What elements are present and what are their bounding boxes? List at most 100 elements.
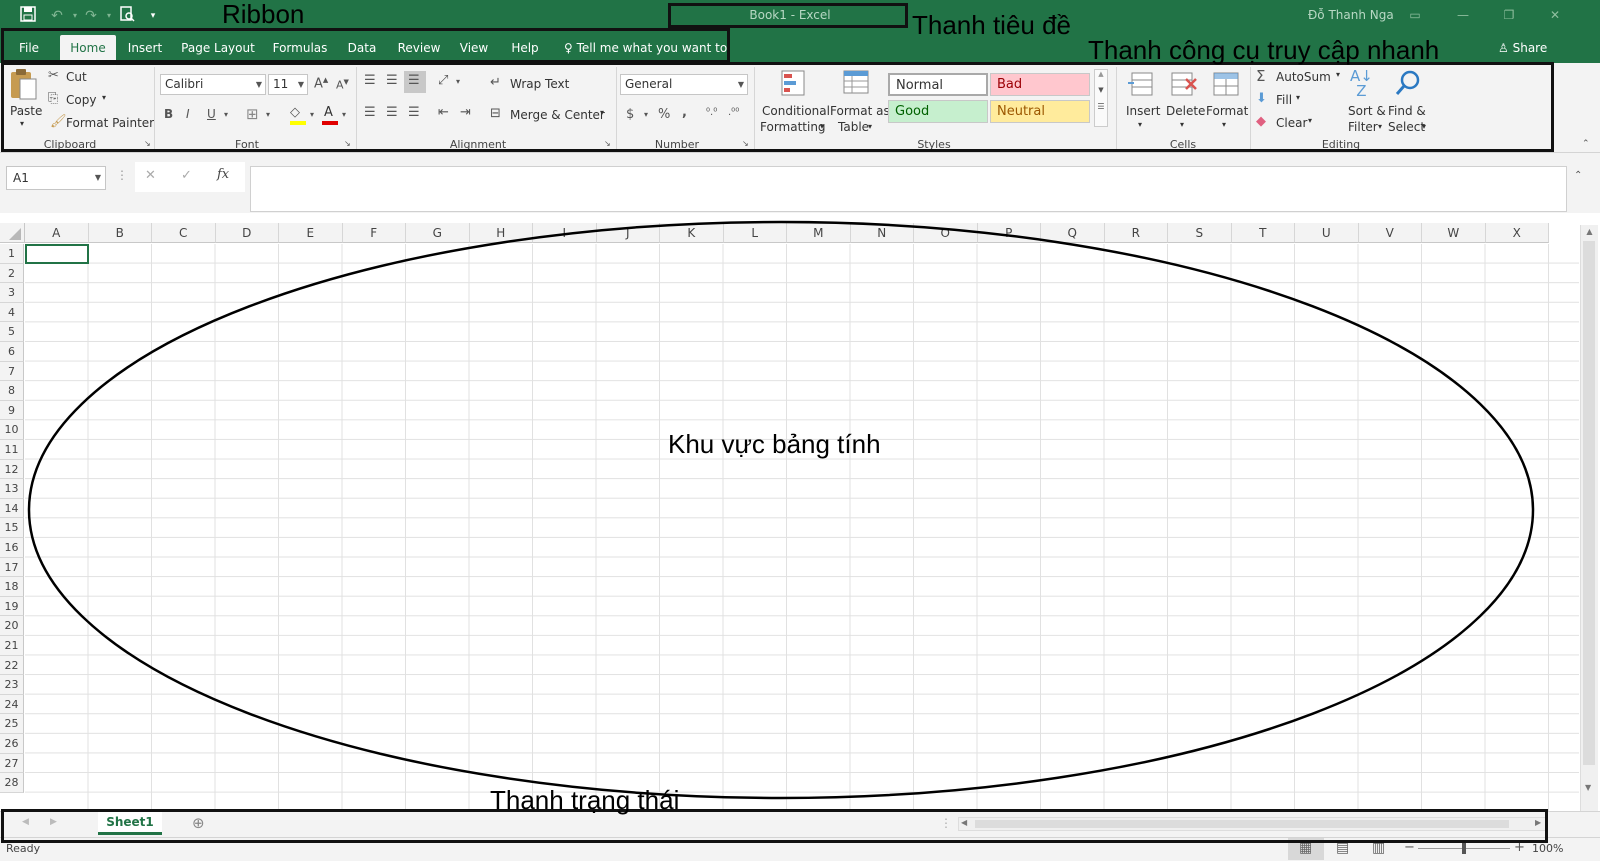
scroll-right-icon[interactable]: ▶ bbox=[1535, 818, 1541, 827]
page-layout-view-icon[interactable]: ▤ bbox=[1336, 840, 1349, 856]
column-header-b[interactable]: B bbox=[88, 223, 152, 243]
row-header-27[interactable]: 27 bbox=[0, 753, 24, 774]
comma-button[interactable]: , bbox=[682, 105, 687, 120]
column-header-x[interactable]: X bbox=[1485, 223, 1549, 243]
row-header-13[interactable]: 13 bbox=[0, 479, 24, 499]
prev-sheet-icon[interactable]: ◀ bbox=[22, 817, 29, 827]
borders-dropdown-icon[interactable]: ▾ bbox=[266, 110, 270, 119]
fill-color-button[interactable]: ◇ bbox=[290, 105, 308, 125]
styles-gallery-scroll[interactable]: ▲ ▼ ☰ bbox=[1094, 69, 1108, 127]
maximize-icon[interactable]: ❐ bbox=[1494, 8, 1524, 24]
row-header-2[interactable]: 2 bbox=[0, 263, 24, 284]
font-color-dropdown-icon[interactable]: ▾ bbox=[342, 110, 346, 119]
column-header-s[interactable]: S bbox=[1168, 223, 1232, 243]
row-header-20[interactable]: 20 bbox=[0, 616, 24, 636]
row-header-15[interactable]: 15 bbox=[0, 518, 24, 538]
copy-button[interactable]: ⎘ Copy ▾ bbox=[48, 91, 118, 109]
vertical-scroll-thumb[interactable] bbox=[1583, 241, 1595, 765]
fill-button[interactable]: ⬇ Fill ▾ bbox=[1256, 91, 1316, 109]
decrease-font-icon[interactable]: A▼ bbox=[336, 78, 349, 92]
tab-review[interactable]: Review bbox=[392, 35, 446, 63]
format-cells-button[interactable]: Format ▾ bbox=[1204, 67, 1248, 137]
row-header-24[interactable]: 24 bbox=[0, 694, 24, 715]
column-header-l[interactable]: L bbox=[723, 223, 787, 243]
undo-icon[interactable]: ↶ bbox=[48, 6, 66, 26]
column-header-g[interactable]: G bbox=[406, 223, 470, 243]
style-neutral[interactable]: Neutral bbox=[990, 100, 1090, 123]
tab-view[interactable]: View bbox=[454, 35, 494, 63]
row-header-12[interactable]: 12 bbox=[0, 459, 24, 480]
save-icon[interactable] bbox=[19, 6, 37, 26]
cell-grid[interactable] bbox=[25, 244, 1579, 811]
column-header-v[interactable]: V bbox=[1358, 223, 1422, 243]
underline-dropdown-icon[interactable]: ▾ bbox=[224, 110, 228, 119]
minimize-icon[interactable]: — bbox=[1448, 8, 1478, 24]
column-header-e[interactable]: E bbox=[279, 223, 343, 243]
currency-button[interactable]: $ bbox=[626, 107, 634, 122]
tab-home[interactable]: Home bbox=[60, 35, 116, 63]
row-header-4[interactable]: 4 bbox=[0, 302, 24, 323]
align-bottom-button[interactable]: ☰ bbox=[404, 71, 426, 93]
tab-file[interactable]: File bbox=[8, 35, 50, 63]
align-center-icon[interactable]: ☰ bbox=[386, 105, 398, 120]
formula-input[interactable] bbox=[250, 166, 1567, 212]
align-left-icon[interactable]: ☰ bbox=[364, 105, 376, 120]
wrap-text-button[interactable]: ↵ Wrap Text bbox=[490, 75, 580, 93]
column-header-d[interactable]: D bbox=[215, 223, 279, 243]
column-header-a[interactable]: A bbox=[25, 223, 89, 243]
tab-insert[interactable]: Insert bbox=[122, 35, 168, 63]
column-header-f[interactable]: F bbox=[342, 223, 406, 243]
format-painter-button[interactable]: 🖌 Format Painter bbox=[48, 114, 154, 132]
font-launcher-icon[interactable]: ↘ bbox=[344, 139, 351, 148]
row-header-19[interactable]: 19 bbox=[0, 596, 24, 617]
next-sheet-icon[interactable]: ▶ bbox=[50, 817, 57, 827]
select-all-button[interactable] bbox=[0, 223, 25, 243]
tab-data[interactable]: Data bbox=[340, 35, 384, 63]
scroll-up-arrow-icon[interactable]: ▲ bbox=[1581, 227, 1598, 236]
row-header-8[interactable]: 8 bbox=[0, 381, 24, 401]
column-header-k[interactable]: K bbox=[660, 223, 724, 243]
row-header-1[interactable]: 1 bbox=[0, 244, 24, 264]
zoom-slider-thumb[interactable] bbox=[1462, 843, 1466, 854]
insert-function-icon[interactable]: fx bbox=[217, 167, 229, 182]
sheet-tab-sheet1[interactable]: Sheet1 bbox=[98, 811, 162, 835]
tab-split-handle[interactable]: ⋮ bbox=[940, 816, 952, 830]
page-break-view-icon[interactable]: ▥ bbox=[1372, 840, 1385, 856]
normal-view-button[interactable]: ▦ bbox=[1288, 838, 1324, 860]
autosum-button[interactable]: Σ AutoSum ▾ bbox=[1256, 67, 1344, 86]
underline-button[interactable]: U bbox=[207, 107, 216, 121]
increase-font-icon[interactable]: A▲ bbox=[314, 76, 328, 91]
user-name[interactable]: Đỗ Thanh Nga bbox=[1308, 8, 1394, 22]
enter-icon[interactable]: ✓ bbox=[181, 168, 192, 183]
number-launcher-icon[interactable]: ↘ bbox=[742, 139, 749, 148]
decrease-decimal-icon[interactable]: .⁰⁰ bbox=[728, 107, 739, 118]
row-header-17[interactable]: 17 bbox=[0, 557, 24, 578]
share-button[interactable]: ♙ Share bbox=[1498, 39, 1547, 57]
tab-help[interactable]: Help bbox=[504, 35, 546, 63]
zoom-out-icon[interactable]: − bbox=[1404, 840, 1415, 855]
row-header-21[interactable]: 21 bbox=[0, 636, 24, 656]
orientation-icon[interactable]: ⤢ bbox=[438, 73, 448, 88]
redo-dropdown-icon[interactable]: ▾ bbox=[100, 6, 118, 26]
row-header-26[interactable]: 26 bbox=[0, 734, 24, 754]
insert-cells-button[interactable]: Insert ▾ bbox=[1122, 67, 1162, 137]
column-header-r[interactable]: R bbox=[1104, 223, 1168, 243]
zoom-in-icon[interactable]: + bbox=[1514, 840, 1525, 855]
paste-button[interactable]: Paste ▾ bbox=[8, 67, 42, 128]
column-header-p[interactable]: P bbox=[977, 223, 1041, 243]
alignment-launcher-icon[interactable]: ↘ bbox=[604, 139, 611, 148]
redo-icon[interactable]: ↷ bbox=[82, 6, 100, 26]
row-header-5[interactable]: 5 bbox=[0, 322, 24, 342]
font-color-button[interactable]: A bbox=[322, 105, 340, 125]
font-name-combo[interactable]: Calibri ▼ bbox=[160, 74, 266, 95]
format-as-table-button[interactable]: Format as Table ▾ bbox=[830, 67, 890, 137]
column-header-c[interactable]: C bbox=[152, 223, 216, 243]
tell-me-box[interactable]: ♀ Tell me what you want to do bbox=[564, 39, 730, 59]
style-normal[interactable]: Normal bbox=[888, 73, 988, 96]
style-bad[interactable]: Bad bbox=[990, 73, 1090, 96]
conditional-formatting-button[interactable]: Conditional Formatting ▾ bbox=[758, 67, 830, 137]
merge-center-button[interactable]: ⊟ Merge & Center ▾ bbox=[490, 106, 610, 124]
column-header-u[interactable]: U bbox=[1295, 223, 1359, 243]
row-header-28[interactable]: 28 bbox=[0, 773, 24, 793]
percent-button[interactable]: % bbox=[658, 107, 670, 122]
